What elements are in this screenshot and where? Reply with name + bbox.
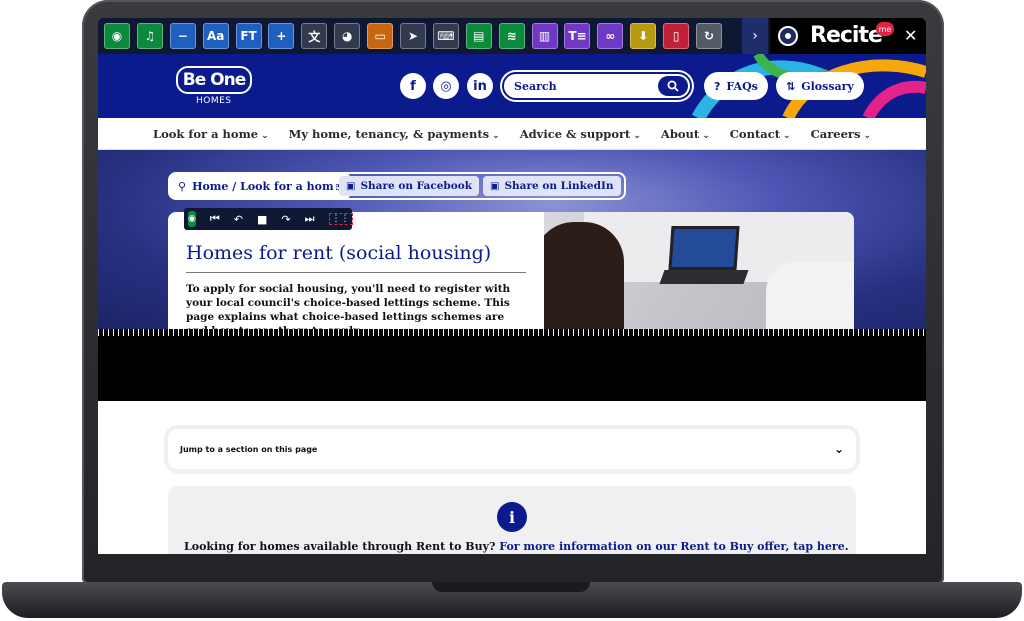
share-facebook-label: Share on Facebook [360,180,473,192]
search-button[interactable] [658,76,688,96]
page-title: Homes for rent (social housing) [186,242,526,273]
chevron-down-icon: ⌄ [863,130,871,141]
share-linkedin-label: Share on LinkedIn [504,180,614,192]
info-text-end: . [844,540,849,553]
nav-item-careers[interactable]: Careers ⌄ [811,127,871,141]
translate-icon[interactable]: 文 [301,23,328,49]
screen-mask-overlay [98,339,926,401]
recite-brand-area: Recite me ✕ [770,18,926,54]
question-icon: ? [714,79,721,93]
info-icon: i [497,502,527,532]
chevron-down-icon: ⌄ [783,130,791,141]
info-text: Looking for homes available through Rent… [184,540,849,553]
rent-to-buy-link[interactable]: For more information on our Rent to Buy … [499,540,844,553]
font-size-icon[interactable]: Aa [202,23,229,49]
speech-icon[interactable]: ◉ [104,23,130,49]
sort-icon: ⇅ [786,79,796,93]
intro-text: To apply for social housing, you'll need… [186,283,511,332]
facebook-icon: ▣ [346,180,356,192]
hero-photo [544,212,854,332]
nav-item-contact[interactable]: Contact ⌄ [730,127,791,141]
instagram-icon[interactable]: ◎ [433,73,459,99]
nav-label: About [660,126,700,141]
facebook-icon[interactable]: f [400,73,426,99]
color-wheel-icon[interactable]: ◕ [334,23,361,49]
chevron-down-icon: ⌄ [633,130,641,141]
location-pin-icon: ⚲ [178,179,187,193]
recite-player-bar: ◉ ⏮ ↶ ■ ↷ ⏭ ⋮⋮ [184,208,353,230]
lower-content: Jump to a section on this page ⌄ i Looki… [98,401,926,554]
linkedin-icon[interactable]: in [467,73,493,99]
recite-badge: me [876,22,894,36]
laptop-screen: ◉ ♫ − Aa FT + 文 ◕ ▭ ➤ ⌨ ▤ ≋ ▥ T≡ ∞ ⬇ ▯ ↻ › Recite me ✕ Be … [98,18,926,554]
share-facebook-button[interactable]: ▣ Share on Facebook [339,176,480,196]
info-box: i Looking for homes available through Re… [168,486,856,554]
stop-icon[interactable]: ■ [257,213,267,226]
skip-back-icon[interactable]: ⏮ [210,212,220,226]
recite-logo: Recite [810,23,883,48]
nav-item-about[interactable]: About ⌄ [661,127,710,141]
music-note-icon[interactable]: ♫ [136,23,163,49]
download-icon[interactable]: ⬇ [630,23,657,49]
chevron-down-icon: ⌄ [492,130,500,141]
ruler-icon[interactable]: ▭ [367,23,394,49]
nav-label: Contact [729,126,781,141]
text-options-icon[interactable]: T≡ [564,23,591,49]
nav-item-my-home[interactable]: My home, tenancy, & payments ⌄ [289,127,500,141]
cursor-icon[interactable]: ➤ [400,23,427,49]
keyboard-icon[interactable]: ⌨ [432,23,459,49]
faqs-label: FAQs [726,79,758,93]
faqs-button[interactable]: ? FAQs [704,72,768,100]
pdf-icon[interactable]: ▯ [663,23,690,49]
site-logo[interactable]: Be One [176,66,252,94]
rewind-icon[interactable]: ↶ [234,213,243,226]
hero-section: ⚲ Home / Look for a home ▣ Share on Face… [98,150,926,332]
reading-ruler[interactable] [98,329,926,339]
main-nav: Look for a home ⌄ My home, tenancy, & pay… [98,118,926,150]
layers-icon[interactable]: ≋ [498,23,525,49]
drag-handle-icon[interactable]: ⋮⋮ [328,213,353,225]
nav-label: My home, tenancy, & payments [288,126,490,141]
share-group: ▣ Share on Facebook ▣ Share on LinkedIn [334,172,626,200]
linkedin-icon: ▣ [490,180,500,192]
jump-to-section-dropdown[interactable]: Jump to a section on this page ⌄ [168,429,856,469]
skip-forward-icon[interactable]: ⏭ [305,212,315,226]
forward-icon[interactable]: ↷ [281,213,290,226]
breadcrumb-text: Home / Look for a home [192,179,341,193]
recite-orb-icon[interactable] [778,26,798,46]
search-icon [667,80,679,92]
site-header: Be One HOMES f ◎ in Search ? FAQs ⇅ Glos… [98,54,926,118]
laptop-notch [432,582,590,592]
glossary-label: Glossary [801,79,854,93]
font-type-icon[interactable]: FT [235,23,262,49]
info-text-lead: Looking for homes available through Rent… [184,540,500,553]
nav-label: Advice & support [519,126,631,141]
chevron-down-icon: ⌄ [833,442,844,456]
share-linkedin-button[interactable]: ▣ Share on LinkedIn [483,176,621,196]
search-placeholder: Search [514,79,557,93]
nav-label: Look for a home [153,126,259,141]
recite-close-button[interactable]: ✕ [904,26,917,45]
nav-label: Careers [810,126,861,141]
nav-item-advice[interactable]: Advice & support ⌄ [520,127,641,141]
text-mode-icon[interactable]: ▤ [465,23,492,49]
recite-next-button[interactable]: › [742,18,768,54]
chevron-down-icon: ⌄ [702,130,710,141]
reset-icon[interactable]: ↻ [696,23,723,49]
search-input[interactable]: Search [502,72,692,100]
zoom-out-icon[interactable]: − [169,23,196,49]
chevron-down-icon: ⌄ [261,130,269,141]
intro-card: Homes for rent (social housing) To apply… [168,212,544,332]
glossary-button[interactable]: ⇅ Glossary [776,72,864,100]
jump-label: Jump to a section on this page [180,444,318,454]
zoom-in-icon[interactable]: + [268,23,295,49]
recite-player-logo-icon[interactable]: ◉ [188,211,196,227]
dictionary-icon[interactable]: ▥ [531,23,558,49]
site-logo-subtitle: HOMES [196,96,232,106]
breadcrumb[interactable]: ⚲ Home / Look for a home [168,172,351,200]
reading-glasses-icon[interactable]: ∞ [597,23,624,49]
nav-item-look-for-a-home[interactable]: Look for a home ⌄ [153,127,269,141]
